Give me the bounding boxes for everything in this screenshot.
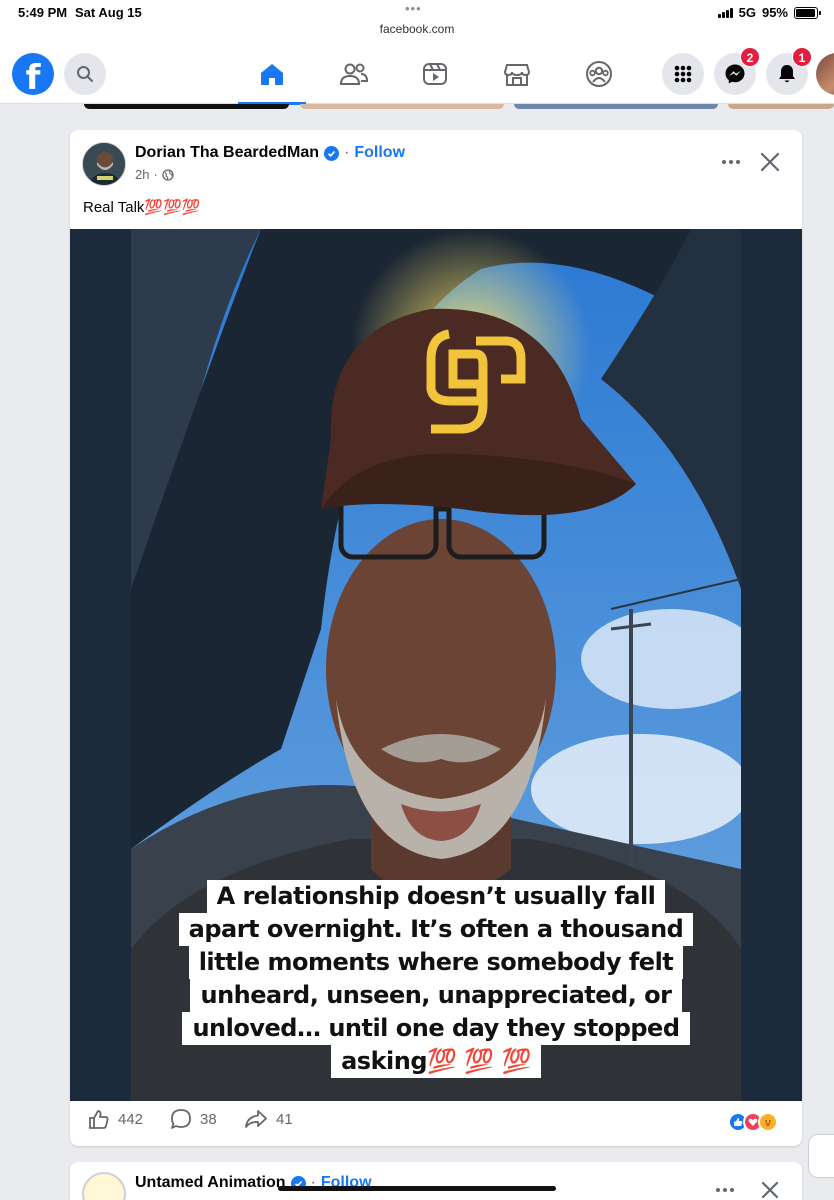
facebook-logo[interactable]: f [12,53,54,95]
network-type: 5G [738,5,756,20]
next-post-author-name[interactable]: Untamed Animation [135,1174,286,1192]
like-count: 442 [118,1110,144,1128]
next-author-avatar[interactable] [82,1172,126,1200]
next-post-more-button[interactable] [716,1188,734,1192]
signal-icon [717,7,733,18]
profile-avatar[interactable] [816,53,834,95]
post-caption: Real Talk💯💯💯 [83,199,201,216]
notifications-button[interactable]: 1 [766,47,812,95]
comment-button[interactable]: 38 [170,1108,217,1130]
facebook-top-nav: f 2 1 [0,44,834,105]
next-post-card: Untamed Animation · Follow [70,1162,802,1200]
friends-icon [339,63,369,85]
verified-badge-icon [324,145,340,161]
reaction-summary[interactable] [728,1112,778,1132]
overlay-line: unloved… until one day they stopped [182,1012,690,1045]
author-separator: · [344,144,350,161]
status-indicators: 5G 95% [717,5,821,20]
tab-home[interactable] [238,44,306,105]
overlay-line: A relationship doesn’t usually fall [206,880,666,913]
overlay-line: unheard, unseen, unappreciated, or [190,979,682,1012]
video-caption-overlay: A relationship doesn’t usually fall apar… [70,880,802,1078]
story-card[interactable] [300,104,504,109]
tab-handle-icon[interactable]: ••• [405,1,422,16]
author-avatar[interactable] [82,142,126,186]
post-card: Dorian Tha BeardedMan · Follow 2h · Real… [70,130,802,1146]
follow-button[interactable]: Follow [354,144,405,162]
overlay-line: little moments where somebody felt [188,946,684,979]
story-card[interactable] [514,104,718,109]
messenger-icon [725,64,745,84]
battery-icon [794,6,821,19]
care-reaction-icon [758,1112,778,1132]
post-actions: 442 38 41 [70,1108,802,1142]
stories-strip[interactable] [0,104,834,110]
close-icon [760,152,780,172]
search-icon [77,66,93,82]
like-icon [89,1110,109,1129]
notifications-badge: 1 [792,47,812,67]
author-avatar-image [83,143,125,185]
post-author-row: Dorian Tha BeardedMan · Follow [135,144,405,162]
comment-count: 38 [200,1110,217,1128]
close-icon[interactable] [760,1180,780,1200]
messenger-button[interactable]: 2 [714,47,760,95]
home-icon [261,64,283,85]
home-indicator[interactable] [278,1186,556,1191]
share-icon [245,1110,267,1128]
overlay-line: asking💯 💯 💯 [331,1045,541,1078]
groups-icon [586,61,612,87]
hide-post-button[interactable] [758,148,782,176]
search-button[interactable] [64,53,106,95]
side-shortcut-widget[interactable] [808,1134,834,1178]
post-meta: 2h · [135,167,174,182]
comment-icon [171,1109,191,1129]
video-icon [423,63,447,85]
story-card[interactable] [84,104,289,109]
post-media[interactable]: A relationship doesn’t usually fall apar… [70,229,802,1101]
status-date: Sat Aug 15 [75,5,142,20]
address-bar-url[interactable]: facebook.com [0,22,834,36]
share-count: 41 [276,1110,293,1128]
status-time: 5:49 PM [18,5,68,20]
overlay-line: apart overnight. It’s often a thousand [178,913,694,946]
meta-separator: · [153,167,158,182]
battery-percent: 95% [761,5,788,20]
post-author-name[interactable]: Dorian Tha BeardedMan [135,144,319,162]
marketplace-icon [503,64,531,86]
post-more-button[interactable] [716,150,746,174]
tab-friends[interactable] [320,44,388,104]
post-timestamp[interactable]: 2h [135,167,149,182]
bell-icon [779,65,795,83]
story-card[interactable] [728,104,834,109]
tab-video[interactable] [401,44,469,104]
menu-grid-icon [674,65,692,83]
menu-button[interactable] [662,53,704,95]
like-button[interactable]: 442 [88,1108,143,1130]
messenger-badge: 2 [740,47,760,67]
tab-groups[interactable] [565,44,633,104]
status-bar: 5:49 PM Sat Aug 15 ••• facebook.com 5G 9… [0,0,834,44]
tab-marketplace[interactable] [483,44,551,104]
globe-icon [162,168,174,181]
share-button[interactable]: 41 [244,1108,293,1130]
